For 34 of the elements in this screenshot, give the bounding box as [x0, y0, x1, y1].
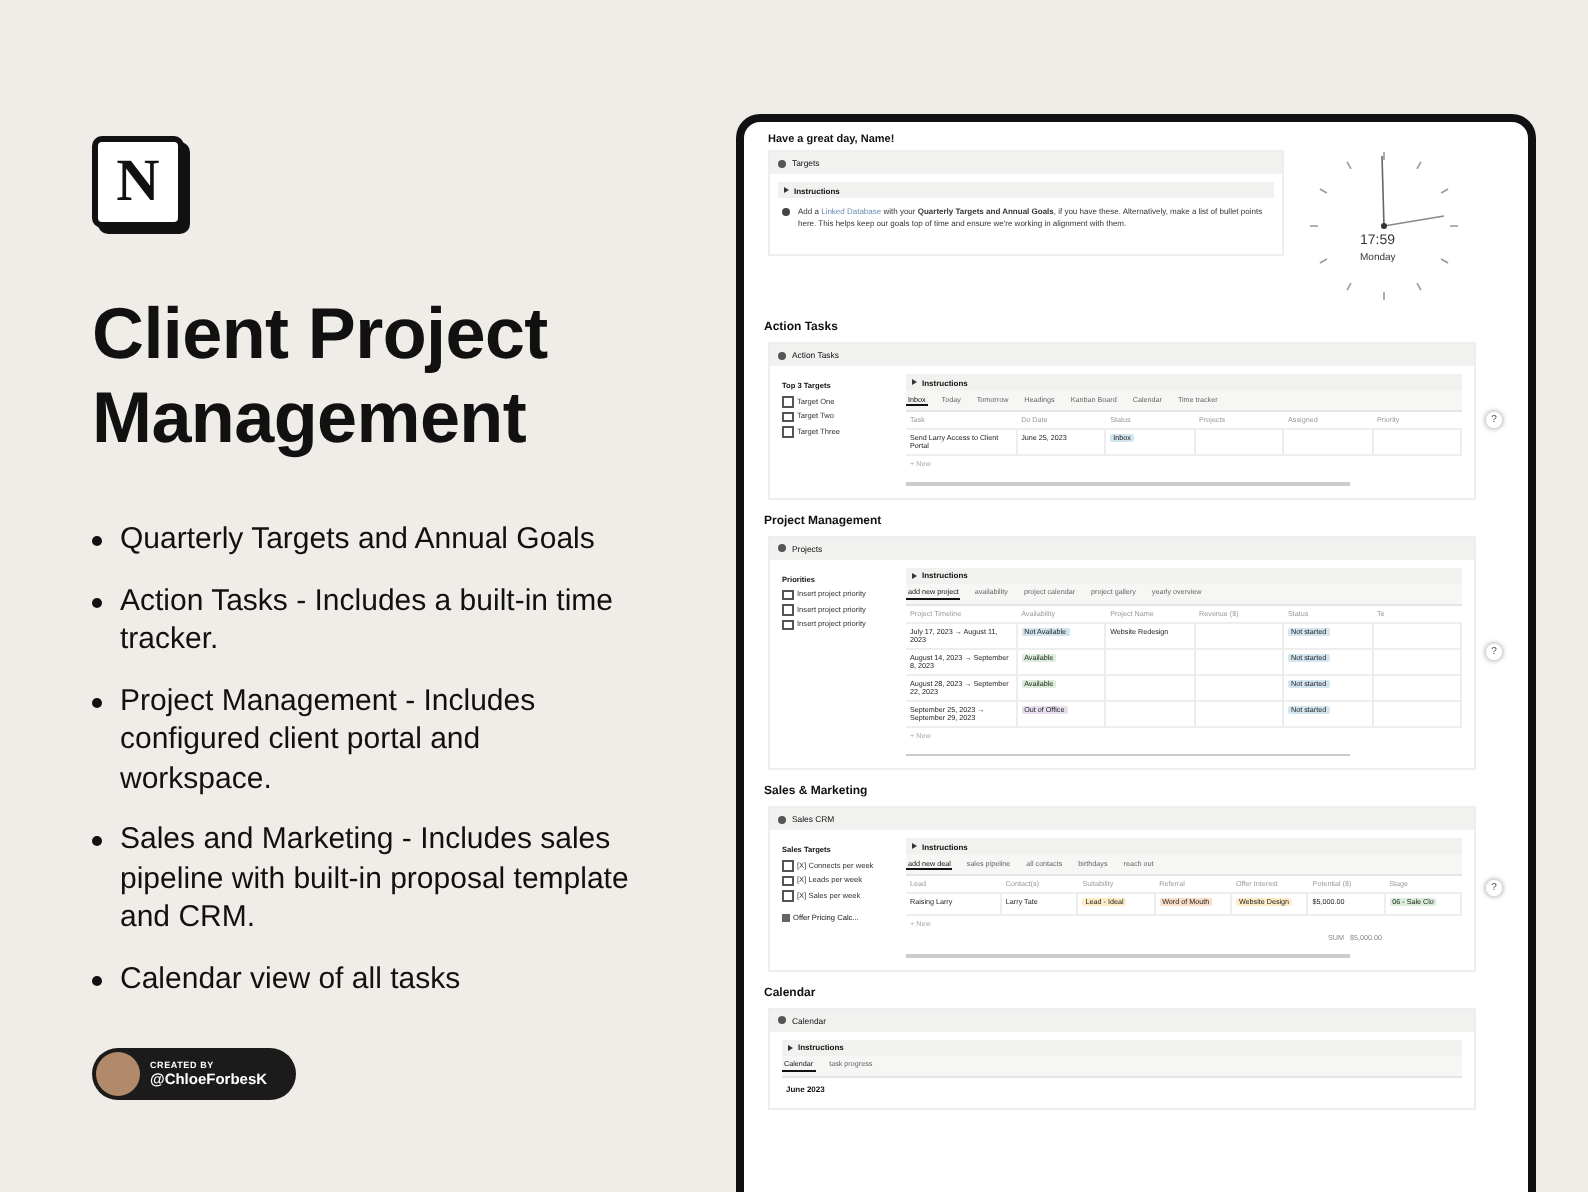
block-icon: [778, 815, 786, 823]
feature-text: Quarterly Targets and Annual Goals: [120, 520, 595, 560]
info-icon: [782, 208, 790, 216]
checkbox[interactable]: [782, 604, 793, 615]
feature-text: Action Tasks - Includes a built-in time tracker.: [120, 581, 615, 660]
feature-text: Project Management - Includes configured client portal and workspace.: [120, 681, 538, 799]
notion-logo: N: [92, 136, 184, 228]
triangle-icon: [786, 1043, 794, 1051]
checkbox[interactable]: [782, 411, 793, 422]
checkbox[interactable]: [782, 890, 793, 901]
feature-text: Sales and Marketing - Includes sales pipeline with built-in proposal template and CRM.: [120, 820, 631, 938]
bullet-icon: [92, 536, 102, 547]
block-icon: [778, 544, 786, 552]
block-icon: [778, 1016, 786, 1024]
block-icon: [778, 351, 786, 359]
bullet-icon: [92, 597, 102, 608]
checkbox[interactable]: [782, 619, 793, 630]
checkbox[interactable]: [782, 860, 793, 871]
checkbox[interactable]: [782, 396, 793, 407]
triangle-icon: [910, 571, 918, 579]
target-icon: [778, 159, 786, 167]
checkbox[interactable]: [782, 589, 793, 600]
bullet-icon: [92, 836, 102, 847]
triangle-icon: [910, 842, 918, 850]
bullet-icon: [92, 975, 102, 986]
feature-text: Calendar view of all tasks: [120, 959, 461, 999]
bullet-icon: [92, 697, 102, 708]
checkbox[interactable]: [782, 875, 793, 886]
avatar-circle: [96, 1052, 140, 1096]
main-title: Client Project Management: [92, 292, 550, 461]
checkbox[interactable]: [782, 426, 793, 437]
calculator-icon: [782, 913, 789, 921]
triangle-icon: [782, 186, 790, 194]
triangle-icon: [910, 378, 918, 386]
